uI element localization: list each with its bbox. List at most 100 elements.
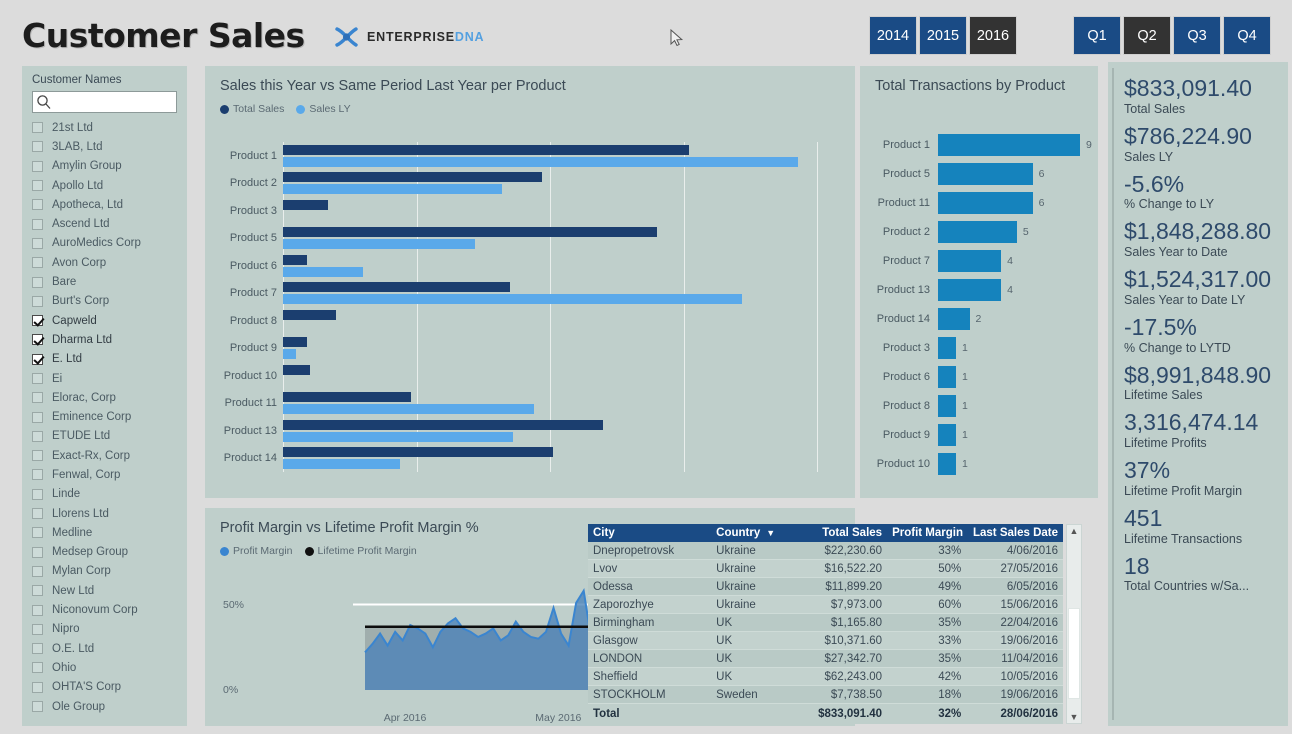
- customer-search-box[interactable]: [32, 91, 177, 113]
- customer-list-item[interactable]: O.E. Ltd: [32, 639, 177, 658]
- checkbox-icon[interactable]: [32, 488, 43, 500]
- customer-list-item[interactable]: Exact-Rx, Corp: [32, 446, 177, 465]
- customer-list-item[interactable]: Fenwal, Corp: [32, 465, 177, 484]
- customer-list-item[interactable]: Mylan Corp: [32, 562, 177, 581]
- bar-sales-ly[interactable]: [283, 266, 364, 277]
- bar-sales-ly[interactable]: [283, 349, 297, 360]
- checkbox-icon[interactable]: [32, 508, 43, 520]
- bar-sales-ly[interactable]: [283, 156, 799, 167]
- customer-list-item[interactable]: Apotheca, Ltd: [32, 195, 177, 214]
- year-slicer[interactable]: 2014 2015 2016: [869, 16, 1019, 55]
- table-column-header[interactable]: Country ▼: [711, 524, 795, 542]
- bar-sales-ly[interactable]: [283, 431, 513, 442]
- checkbox-icon[interactable]: [32, 392, 43, 404]
- bar-sales-ly[interactable]: [283, 184, 502, 195]
- checkbox-icon[interactable]: [32, 604, 43, 616]
- bar-total-sales[interactable]: [283, 364, 310, 375]
- checkbox-icon[interactable]: [32, 122, 43, 134]
- bar-sales-ly[interactable]: [283, 294, 743, 305]
- table-row[interactable]: Birmingham UK $1,165.80 35% 22/04/2016: [588, 613, 1063, 633]
- bar-transactions[interactable]: [938, 133, 1080, 156]
- year-option-2015[interactable]: 2015: [919, 16, 967, 55]
- customer-list-item[interactable]: Niconovum Corp: [32, 600, 177, 619]
- checkbox-icon[interactable]: [32, 469, 43, 481]
- customer-list-item[interactable]: Linde: [32, 485, 177, 504]
- table-row[interactable]: Dnepropetrovsk Ukraine $22,230.60 33% 4/06/2…: [588, 542, 1063, 561]
- checkbox-checked-icon[interactable]: [32, 334, 43, 346]
- sort-descending-icon[interactable]: ▼: [766, 528, 775, 538]
- bar-transactions[interactable]: [938, 307, 970, 330]
- checkbox-icon[interactable]: [32, 565, 43, 577]
- checkbox-icon[interactable]: [32, 546, 43, 558]
- customer-list-item[interactable]: Avon Corp: [32, 253, 177, 272]
- checkbox-checked-icon[interactable]: [32, 315, 43, 327]
- table-row[interactable]: LONDON UK $27,342.70 35% 11/04/2016: [588, 649, 1063, 669]
- customer-list[interactable]: 21st Ltd 3LAB, Ltd Amylin Group Apollo Ltd A…: [32, 118, 177, 718]
- bar-sales-ly[interactable]: [283, 459, 401, 470]
- checkbox-icon[interactable]: [32, 218, 43, 230]
- checkbox-icon[interactable]: [32, 430, 43, 442]
- table-row[interactable]: Lvov Ukraine $16,522.20 50% 27/05/2016: [588, 559, 1063, 579]
- customer-names-slicer[interactable]: Customer Names 21st Ltd 3LAB, Ltd Amylin G…: [22, 66, 187, 726]
- bar-sales-ly[interactable]: [283, 404, 534, 415]
- quarter-option-q2[interactable]: Q2: [1123, 16, 1171, 55]
- bar-transactions[interactable]: [938, 336, 956, 359]
- bar-transactions[interactable]: [938, 365, 956, 388]
- customer-list-item[interactable]: Bare: [32, 272, 177, 291]
- customer-list-item[interactable]: Ole Group: [32, 697, 177, 716]
- bar-total-sales[interactable]: [283, 199, 329, 210]
- table-row[interactable]: Odessa Ukraine $11,899.20 49% 6/05/2016: [588, 577, 1063, 597]
- chevron-down-icon[interactable]: ▼: [1070, 711, 1079, 723]
- checkbox-icon[interactable]: [32, 643, 43, 655]
- legend-item-sales-ly[interactable]: Sales LY: [296, 103, 351, 115]
- customer-list-item[interactable]: AuroMedics Corp: [32, 234, 177, 253]
- customer-list-item[interactable]: Eminence Corp: [32, 407, 177, 426]
- bar-total-sales[interactable]: [283, 144, 689, 155]
- checkbox-icon[interactable]: [32, 276, 43, 288]
- customer-list-item[interactable]: 21st Ltd: [32, 118, 177, 137]
- bar-total-sales[interactable]: [283, 282, 510, 293]
- checkbox-icon[interactable]: [32, 295, 43, 307]
- customer-list-item[interactable]: Dharma Ltd: [32, 330, 177, 349]
- checkbox-icon[interactable]: [32, 701, 43, 713]
- customer-list-item[interactable]: ETUDE Ltd: [32, 427, 177, 446]
- city-sales-table[interactable]: City Country ▼ Total Sales Profit Margin Last…: [588, 524, 1082, 724]
- checkbox-checked-icon[interactable]: [32, 353, 43, 365]
- bar-transactions[interactable]: [938, 191, 1033, 214]
- bar-total-sales[interactable]: [283, 227, 657, 238]
- customer-list-item[interactable]: Elorac, Corp: [32, 388, 177, 407]
- checkbox-icon[interactable]: [32, 662, 43, 674]
- customer-list-item[interactable]: Burt's Corp: [32, 292, 177, 311]
- bar-transactions[interactable]: [938, 278, 1002, 301]
- table-row[interactable]: Sheffield UK $62,243.00 42% 10/05/2016: [588, 667, 1063, 686]
- quarter-option-q3[interactable]: Q3: [1173, 16, 1221, 55]
- bar-transactions[interactable]: [938, 220, 1017, 243]
- customer-list-item[interactable]: Medsep Group: [32, 543, 177, 562]
- checkbox-icon[interactable]: [32, 585, 43, 597]
- customer-list-item[interactable]: Nipro: [32, 620, 177, 639]
- table-row[interactable]: Zaporozhye Ukraine $7,973.00 60% 15/06/2016: [588, 595, 1063, 615]
- bar-total-sales[interactable]: [283, 254, 308, 265]
- customer-list-item[interactable]: Ascend Ltd: [32, 214, 177, 233]
- legend-item-lifetime-profit-margin[interactable]: Lifetime Profit Margin: [304, 545, 417, 557]
- checkbox-icon[interactable]: [32, 160, 43, 172]
- customer-list-item[interactable]: 3LAB, Ltd: [32, 137, 177, 156]
- chevron-up-icon[interactable]: ▲: [1070, 525, 1079, 537]
- year-option-2016[interactable]: 2016: [969, 16, 1017, 55]
- bar-total-sales[interactable]: [283, 337, 308, 348]
- bar-transactions[interactable]: [938, 249, 1002, 272]
- search-input[interactable]: [53, 93, 176, 111]
- table-column-header[interactable]: Total Sales: [794, 524, 888, 542]
- customer-list-item[interactable]: Capweld: [32, 311, 177, 330]
- checkbox-icon[interactable]: [32, 180, 43, 192]
- checkbox-icon[interactable]: [32, 373, 43, 384]
- customer-list-item[interactable]: Amylin Group: [32, 157, 177, 176]
- table-row[interactable]: STOCKHOLM Sweden $7,738.50 18% 19/06/2016: [588, 685, 1063, 704]
- legend-item-total-sales[interactable]: Total Sales: [220, 103, 284, 115]
- bar-transactions[interactable]: [938, 423, 956, 446]
- bar-sales-ly[interactable]: [283, 239, 476, 250]
- bar-total-sales[interactable]: [283, 309, 337, 320]
- checkbox-icon[interactable]: [32, 141, 43, 153]
- customer-list-item[interactable]: Ohio: [32, 658, 177, 677]
- quarter-option-q4[interactable]: Q4: [1223, 16, 1271, 55]
